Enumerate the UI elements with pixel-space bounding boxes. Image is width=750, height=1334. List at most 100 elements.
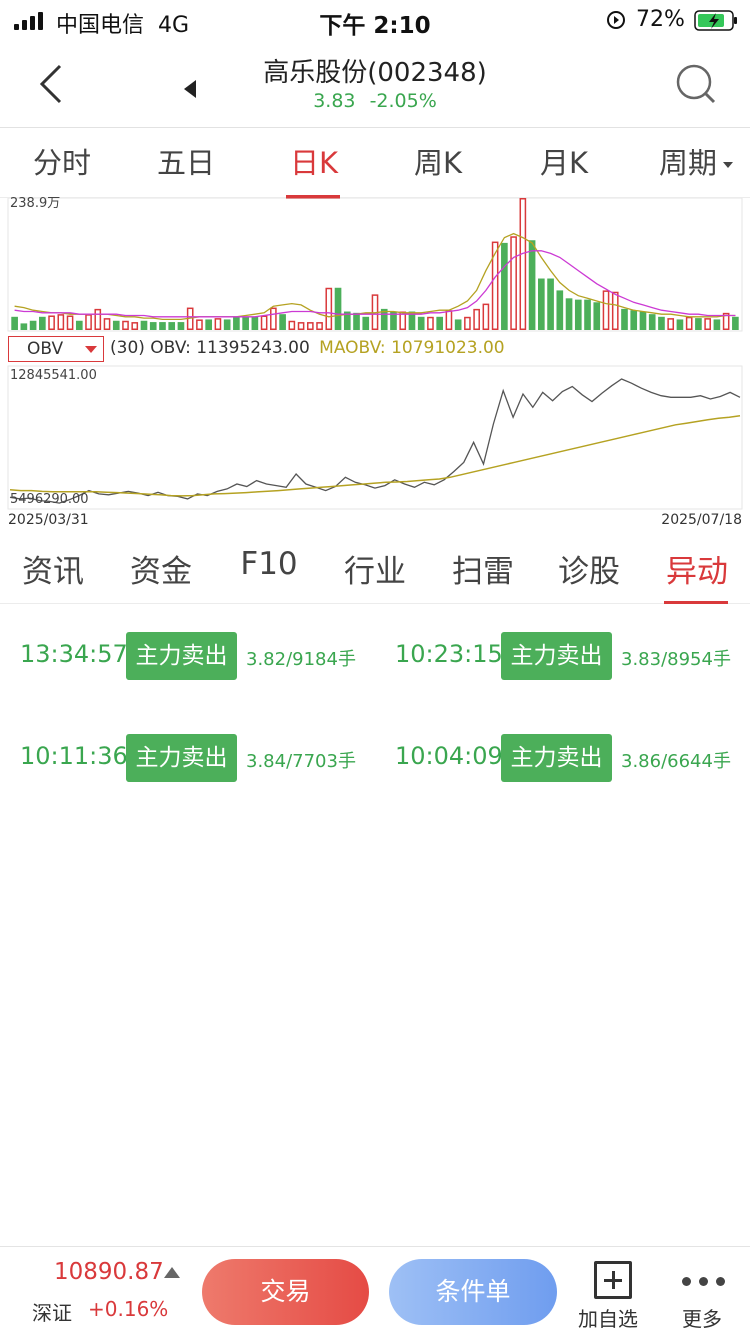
volume-bar-down (140, 320, 148, 330)
alert-time: 10:11:36 (20, 742, 128, 770)
search-icon[interactable] (674, 62, 718, 106)
date-start: 2025/03/31 (8, 512, 89, 528)
volume-bar-up (131, 322, 139, 331)
volume-bar-down (39, 316, 46, 330)
volume-bar-up (306, 322, 314, 331)
alert-tag: 主力卖出 (126, 632, 237, 680)
volume-bar-down (547, 278, 554, 330)
volume-bar-down (205, 319, 212, 330)
volume-bar-up (445, 310, 453, 330)
volume-bar-down (334, 287, 342, 330)
volume-bar-down (639, 311, 647, 330)
dropdown-icon (85, 346, 97, 353)
obv-line (9, 378, 741, 504)
rotation-lock-icon (607, 11, 625, 29)
volume-bar-down (251, 316, 259, 330)
index-name[interactable]: 深证 (32, 1297, 72, 1326)
maobv-value: MAOBV: 10791023.00 (319, 338, 505, 358)
volume-bar-down (574, 299, 582, 330)
volume-bar-up (464, 316, 471, 331)
battery-charging-icon (694, 10, 737, 31)
tab-daily-k[interactable]: 日K (274, 130, 354, 198)
alert-time: 10:23:15 (395, 640, 503, 668)
tab-weekly-k[interactable]: 周K (398, 130, 478, 198)
volume-bar-up (519, 198, 527, 330)
volume-bar-up (510, 236, 517, 330)
volume-bar-up (482, 303, 490, 330)
kline-chart[interactable]: 238.9万 OBV (30) OBV: 11395243.00 MAOBV: … (0, 196, 750, 530)
index-value[interactable]: 10890.87 (54, 1259, 164, 1285)
obv-legend: (30) OBV: 11395243.00 MAOBV: 10791023.00 (110, 338, 505, 358)
volume-bar-down (454, 319, 462, 330)
volume-bar-down (362, 316, 370, 330)
alert-tag: 主力卖出 (126, 734, 237, 782)
tab-five-day[interactable]: 五日 (146, 130, 226, 198)
volume-bar-down (676, 319, 684, 330)
volume-bar-up (94, 308, 102, 330)
battery-percent: 72% (636, 7, 685, 32)
tab-news[interactable]: 资讯 (8, 546, 98, 591)
tab-period-menu[interactable]: 周期 (650, 130, 742, 198)
volume-bar-up (316, 322, 323, 331)
alert-time: 10:04:09 (395, 742, 503, 770)
stock-quote: 3.83 -2.05% (0, 90, 750, 112)
volume-bar-up (57, 314, 65, 331)
volume-bar-up (122, 320, 129, 331)
volume-bar-down (565, 298, 573, 330)
nav-bar: 高乐股份(002348) 3.83 -2.05% (0, 40, 750, 128)
tab-movement[interactable]: 异动 (652, 546, 742, 591)
volume-bar-down (538, 278, 545, 330)
alert-detail: 3.83/8954手 (621, 649, 731, 670)
tab-intraday[interactable]: 分时 (22, 130, 102, 198)
more-icon[interactable] (682, 1277, 726, 1287)
volume-bar-down (233, 316, 240, 330)
volume-bar-down (112, 320, 120, 330)
volume-bar-down (658, 316, 665, 330)
index-up-arrow-icon (164, 1267, 180, 1278)
volume-bar-down (584, 299, 591, 330)
volume-bar-up (196, 319, 203, 331)
list-item[interactable]: 10:11:36 主力卖出 3.84/7703手 (20, 732, 370, 782)
volume-bar-up (297, 322, 305, 331)
volume-bar-down (621, 308, 628, 330)
tab-monthly-k[interactable]: 月K (524, 130, 604, 198)
active-info-tab-indicator (664, 601, 728, 604)
tab-funds[interactable]: 资金 (116, 546, 206, 591)
volume-bar-up (704, 318, 711, 331)
volume-bar-down (593, 302, 601, 330)
obv-axis-min: 5496290.00 (10, 492, 89, 507)
trade-button[interactable]: 交易 (202, 1259, 369, 1325)
volume-bar-down (695, 318, 702, 330)
volume-bar-down (149, 322, 157, 330)
date-end: 2025/07/18 (661, 512, 742, 528)
volume-bar-down (279, 314, 286, 330)
volume-bar-down (353, 312, 360, 330)
volume-bar-down (501, 242, 508, 330)
indicator-select[interactable]: OBV (8, 336, 104, 362)
list-item[interactable]: 10:04:09 主力卖出 3.86/6644手 (395, 732, 745, 782)
volume-bar-down (732, 316, 739, 330)
volume-bar-down (417, 316, 425, 330)
add-watchlist-label[interactable]: 加自选 (578, 1303, 638, 1332)
more-label[interactable]: 更多 (682, 1303, 722, 1332)
obv-axis-max: 12845541.00 (10, 368, 97, 383)
tab-f10[interactable]: F10 (224, 546, 314, 582)
volume-bar-down (436, 316, 444, 330)
add-watchlist-icon[interactable] (594, 1261, 632, 1299)
status-bar: 中国电信 4G 下午 2:10 72% (0, 0, 750, 40)
list-item[interactable]: 13:34:57 主力卖出 3.82/9184手 (20, 630, 370, 680)
volume-bar-down (242, 316, 249, 330)
tab-industry[interactable]: 行业 (330, 546, 420, 591)
conditional-order-button[interactable]: 条件单 (389, 1259, 557, 1325)
volume-bar-down (528, 240, 536, 330)
maobv-line (9, 415, 741, 497)
volume-bar-down (11, 316, 18, 330)
list-item[interactable]: 10:23:15 主力卖出 3.83/8954手 (395, 630, 745, 680)
volume-bar-up (473, 308, 480, 330)
tab-risk-scan[interactable]: 扫雷 (438, 546, 528, 591)
volume-bar-up (214, 318, 222, 331)
volume-bar-down (159, 322, 166, 330)
volume-bar-up (685, 316, 693, 331)
tab-diagnosis[interactable]: 诊股 (544, 546, 634, 591)
volume-bar-down (29, 320, 37, 330)
